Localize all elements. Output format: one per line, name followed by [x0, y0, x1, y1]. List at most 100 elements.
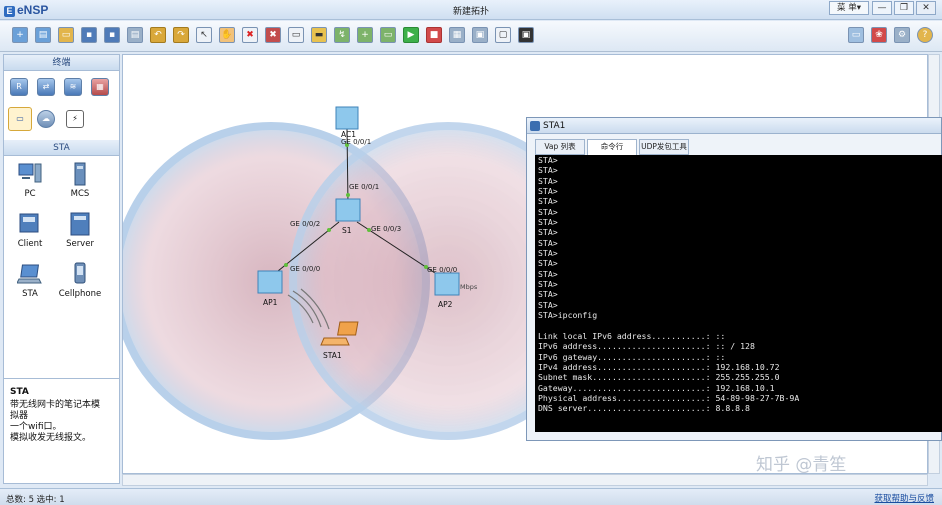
- server-icon: [70, 212, 90, 236]
- stop-icon[interactable]: ■: [426, 27, 442, 43]
- console-line: STA>: [538, 279, 558, 290]
- title-bar: EeNSP 新建拓扑 菜 单▾ — ❐ ✕: [0, 0, 942, 20]
- terminal-icon[interactable]: ▣: [518, 27, 534, 43]
- console-line: Physical address..................: 54-8…: [538, 392, 800, 403]
- settings-icon[interactable]: ⚙: [894, 27, 910, 43]
- device-cellphone[interactable]: Cellphone: [55, 261, 105, 299]
- terminal-header: 终端: [4, 55, 119, 71]
- zoom-in-icon[interactable]: +: [357, 27, 373, 43]
- other-device-icon[interactable]: ⚡: [66, 110, 84, 128]
- minimize-button[interactable]: —: [872, 1, 892, 15]
- console-line: STA>: [538, 175, 558, 186]
- laptop-icon: [17, 264, 42, 284]
- sta1-window-icon: [530, 121, 540, 131]
- console-line: STA>: [538, 237, 558, 248]
- sta1-title-bar[interactable]: STA1: [527, 118, 941, 134]
- device-client[interactable]: Client: [5, 211, 55, 249]
- restore-button[interactable]: ❐: [894, 1, 914, 15]
- description-line: 拟器: [10, 411, 29, 421]
- tab-udp-tool[interactable]: UDP发包工具: [639, 139, 689, 155]
- label-ap2-up: GE 0/0/0: [427, 266, 457, 274]
- text-icon[interactable]: ▭: [288, 27, 304, 43]
- device-panel: 终端 R ⇄ ≋ ▦ ▭ ☁ ⚡ STA PC MCS Client Serve…: [3, 54, 120, 484]
- chat-icon[interactable]: ▭: [848, 27, 864, 43]
- device-sta[interactable]: STA: [5, 261, 55, 299]
- save-icon[interactable]: ▪: [81, 27, 97, 43]
- console-line: STA>: [538, 196, 558, 207]
- label-icon[interactable]: ▬: [311, 27, 327, 43]
- open-icon[interactable]: ▭: [58, 27, 74, 43]
- window-title: 新建拓扑: [452, 7, 489, 17]
- help-feedback-link[interactable]: 获取帮助与反馈: [874, 492, 934, 504]
- horizontal-scrollbar[interactable]: [122, 474, 928, 486]
- undo-icon[interactable]: ↶: [150, 27, 166, 43]
- console-line: STA>: [538, 268, 558, 279]
- new-topology-icon[interactable]: +: [12, 27, 28, 43]
- label-ap2-rate: Mbps: [460, 283, 478, 291]
- device-description: STA 带无线网卡的笔记本模 拟器 一个wifi口。 模拟收发无线报文。: [4, 378, 119, 483]
- console-line: STA>: [538, 165, 558, 176]
- capture-icon[interactable]: ▦: [449, 27, 465, 43]
- cellphone-icon: [74, 262, 86, 284]
- device-mcs[interactable]: MCS: [55, 161, 105, 199]
- console-line: Subnet mask.......................: 255.…: [538, 372, 780, 383]
- label-s1-left: GE 0/0/2: [290, 220, 320, 228]
- device-label: STA: [22, 289, 38, 299]
- wlan-icon[interactable]: ≋: [64, 78, 82, 96]
- redo-icon[interactable]: ↷: [173, 27, 189, 43]
- cloud-icon[interactable]: ☁: [37, 110, 55, 128]
- huawei-icon[interactable]: ❀: [871, 27, 887, 43]
- s1-switch-icon[interactable]: [335, 198, 361, 222]
- pan-icon[interactable]: ✋: [219, 27, 235, 43]
- router-icon[interactable]: R: [10, 78, 28, 96]
- console-line: IPv4 address......................: 192.…: [538, 361, 780, 372]
- topology-display-icon[interactable]: ▣: [472, 27, 488, 43]
- sta-header: STA: [4, 140, 119, 156]
- console-line: STA>: [538, 206, 558, 217]
- terminal-category-icon[interactable]: ▭: [8, 107, 32, 131]
- close-button[interactable]: ✕: [916, 1, 936, 15]
- tab-command-line[interactable]: 命令行: [587, 139, 637, 156]
- menu-button[interactable]: 菜 单▾: [829, 1, 869, 15]
- console-line: IPv6 address......................: :: /…: [538, 341, 755, 352]
- grid-icon[interactable]: ▢: [495, 27, 511, 43]
- zoom-out-icon[interactable]: ▭: [380, 27, 396, 43]
- ap1-icon[interactable]: [257, 270, 283, 294]
- description-title: STA: [10, 387, 29, 397]
- delete-all-icon[interactable]: ✖: [265, 27, 281, 43]
- label-ap1-up: GE 0/0/0: [290, 265, 320, 273]
- sta1-window: STA1 Vap 列表 命令行 UDP发包工具 STA> STA> STA> STA>…: [526, 117, 942, 441]
- console-line: Gateway...........................: 192.…: [538, 382, 775, 393]
- save-as-icon[interactable]: ▪: [104, 27, 120, 43]
- status-bar: 总数: 5 选中: 1 获取帮助与反馈: [0, 488, 942, 505]
- console-line: STA>: [538, 258, 558, 269]
- delete-icon[interactable]: ✖: [242, 27, 258, 43]
- description-line: 带无线网卡的笔记本模: [10, 400, 101, 410]
- device-server[interactable]: Server: [55, 211, 105, 249]
- watermark: 知乎 @青笙: [756, 455, 847, 475]
- tab-vap-list[interactable]: Vap 列表: [535, 139, 585, 155]
- add-link-icon[interactable]: ↯: [334, 27, 350, 43]
- node-label-s1: S1: [342, 226, 352, 235]
- ap2-icon[interactable]: [434, 272, 460, 296]
- node-label-ac1: AC1: [341, 130, 356, 139]
- start-icon[interactable]: ▶: [403, 27, 419, 43]
- status-count: 总数: 5 选中: 1: [6, 495, 65, 505]
- pc-icon: [18, 163, 42, 183]
- ac1-icon[interactable]: [335, 106, 359, 130]
- help-icon[interactable]: ?: [917, 27, 933, 43]
- select-icon[interactable]: ↖: [196, 27, 212, 43]
- label-s1-right: GE 0/0/3: [371, 225, 401, 233]
- device-pc[interactable]: PC: [5, 161, 55, 199]
- device-label: MCS: [70, 189, 90, 199]
- client-icon: [19, 213, 39, 233]
- firewall-icon[interactable]: ▦: [91, 78, 109, 96]
- print-icon[interactable]: ▤: [127, 27, 143, 43]
- console-line: IPv6 gateway......................: ::: [538, 351, 726, 362]
- command-console[interactable]: STA> STA> STA> STA> STA> STA> STA> STA> STA> STA>…: [535, 155, 942, 432]
- switch-icon[interactable]: ⇄: [37, 78, 55, 96]
- new-example-icon[interactable]: ▤: [35, 27, 51, 43]
